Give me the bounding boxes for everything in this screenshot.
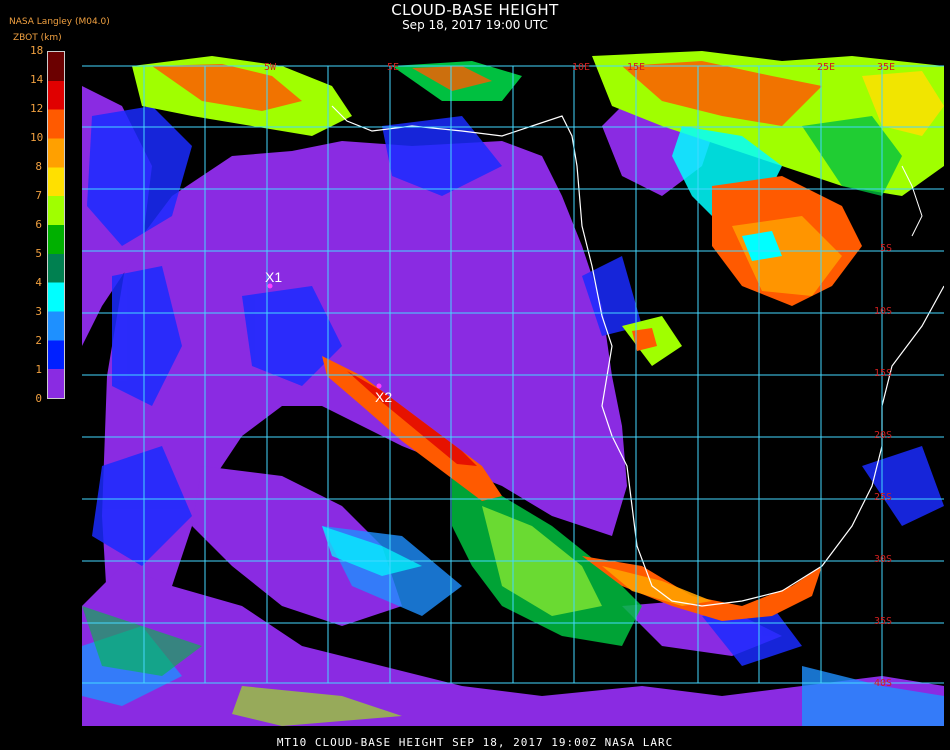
lat-label: 30S — [874, 554, 892, 565]
colorbar-tick: 3 — [35, 305, 42, 318]
colorbar — [47, 51, 65, 399]
lon-label: 5E — [387, 62, 399, 73]
page-title: CLOUD-BASE HEIGHT — [391, 1, 559, 19]
colorbar-tick: 5 — [35, 247, 42, 260]
colorbar-tick: 4 — [35, 276, 42, 289]
lat-label: 20S — [874, 430, 892, 441]
lat-label: 15S — [874, 368, 892, 379]
colorbar-tick: 10 — [30, 131, 44, 144]
lon-label: 25E — [817, 62, 835, 73]
colorbar-tick: 1 — [35, 363, 42, 376]
colorbar-tick: 14 — [30, 73, 44, 86]
lon-label: 10E — [572, 62, 590, 73]
lon-label: 35E — [877, 62, 895, 73]
colorbar-tick: 0 — [35, 392, 42, 405]
units-label: ZBOT (km) — [13, 33, 62, 43]
colorbar-tick: 18 — [30, 44, 44, 57]
cloud-base-map: 5W 5E 10E 15E 25E 35E 5S 10S 15S 20S 25S… — [82, 46, 944, 726]
colorbar-tick: 12 — [30, 102, 44, 115]
lon-label: 15E — [627, 62, 645, 73]
colorbar-tick: 2 — [35, 334, 42, 347]
lon-label: 5W — [264, 62, 277, 73]
lat-label: 5S — [880, 243, 892, 254]
x2-marker — [376, 383, 382, 389]
colorbar-tick: 8 — [35, 160, 42, 173]
colorbar-tick: 6 — [35, 218, 42, 231]
lat-label: 10S — [874, 306, 892, 317]
lat-label: 35S — [874, 616, 892, 627]
page-subtitle: Sep 18, 2017 19:00 UTC — [402, 18, 548, 32]
org-label: NASA Langley (M04.0) — [9, 17, 110, 27]
colorbar-tick: 7 — [35, 189, 42, 202]
x2-label: X2 — [375, 389, 392, 405]
lat-label: 40S — [874, 678, 892, 689]
footer-caption: MT10 CLOUD-BASE HEIGHT SEP 18, 2017 19:0… — [276, 736, 674, 749]
x1-label: X1 — [265, 269, 282, 285]
lat-label: 25S — [874, 492, 892, 503]
